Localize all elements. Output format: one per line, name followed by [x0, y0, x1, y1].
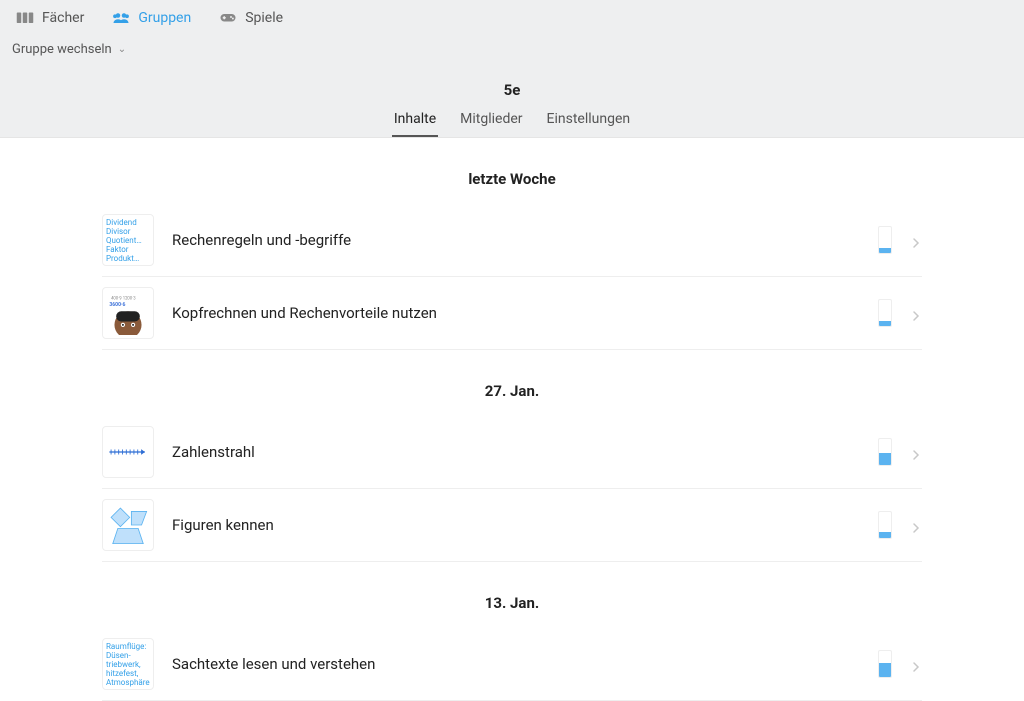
list-row[interactable]: Raumflüge: Düsen-triebwerk, hitzefest, A…	[102, 628, 922, 701]
group-switch-dropdown[interactable]: Gruppe wechseln ⌄	[12, 42, 126, 57]
list-row[interactable]: Dividend Divisor Quotient… Faktor Produk…	[102, 204, 922, 277]
row-thumb: 400·9 1200·3 3600·6	[102, 287, 154, 339]
users-icon	[112, 11, 130, 25]
chevron-right-icon	[910, 234, 922, 246]
content-list: letzte Woche Dividend Divisor Quotient… …	[102, 170, 922, 701]
columns-icon	[16, 11, 34, 25]
primary-nav: Fächer Gruppen Spiele	[0, 0, 1024, 36]
row-title: Sachtexte lesen und verstehen	[172, 655, 860, 673]
nav-item-spiele[interactable]: Spiele	[219, 10, 283, 26]
section-heading: 27. Jan.	[102, 382, 922, 400]
row-title: Rechenregeln und -begriffe	[172, 231, 860, 249]
row-progress	[878, 511, 892, 539]
gamepad-icon	[219, 11, 237, 25]
tab-einstellungen[interactable]: Einstellungen	[545, 111, 633, 137]
svg-text:3600·6: 3600·6	[109, 302, 125, 308]
row-thumb	[102, 499, 154, 551]
svg-text:400·9 1200·3: 400·9 1200·3	[111, 296, 136, 301]
group-tabs: Inhalte Mitglieder Einstellungen	[0, 111, 1024, 137]
row-title: Figuren kennen	[172, 516, 860, 534]
nav-item-gruppen[interactable]: Gruppen	[112, 10, 191, 26]
row-thumb	[102, 426, 154, 478]
row-progress	[878, 299, 892, 327]
nav-label: Spiele	[245, 10, 283, 26]
chevron-right-icon	[910, 446, 922, 458]
chevron-down-icon: ⌄	[118, 44, 126, 55]
list-row[interactable]: 400·9 1200·3 3600·6 Kopfrechnen und Rech…	[102, 277, 922, 350]
row-progress	[878, 438, 892, 466]
tab-inhalte[interactable]: Inhalte	[392, 111, 438, 137]
list-row[interactable]: Zahlenstrahl	[102, 416, 922, 489]
section-heading: letzte Woche	[102, 170, 922, 188]
row-title: Zahlenstrahl	[172, 443, 860, 461]
group-switch-label: Gruppe wechseln	[12, 42, 112, 57]
chevron-right-icon	[910, 658, 922, 670]
chevron-right-icon	[910, 307, 922, 319]
nav-label: Gruppen	[138, 10, 191, 26]
row-thumb: Raumflüge: Düsen-triebwerk, hitzefest, A…	[102, 638, 154, 690]
row-thumb: Dividend Divisor Quotient… Faktor Produk…	[102, 214, 154, 266]
row-progress	[878, 650, 892, 678]
nav-label: Fächer	[42, 10, 84, 26]
group-title: 5e	[0, 81, 1024, 99]
section-heading: 13. Jan.	[102, 594, 922, 612]
row-progress	[878, 226, 892, 254]
nav-item-faecher[interactable]: Fächer	[16, 10, 84, 26]
tab-mitglieder[interactable]: Mitglieder	[458, 111, 524, 137]
row-title: Kopfrechnen und Rechenvorteile nutzen	[172, 304, 860, 322]
list-row[interactable]: Figuren kennen	[102, 489, 922, 562]
chevron-right-icon	[910, 519, 922, 531]
